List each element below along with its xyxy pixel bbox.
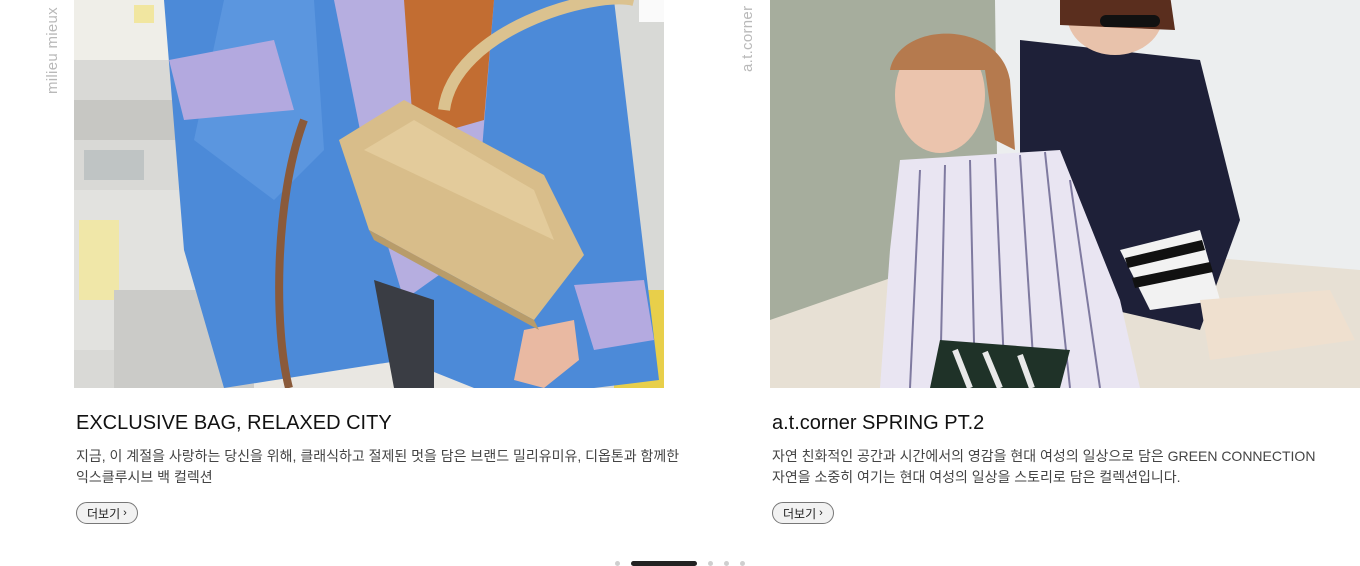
- promo-title: a.t.corner SPRING PT.2: [772, 412, 985, 434]
- slider-pagination: [615, 560, 756, 566]
- chevron-right-icon: ›: [123, 506, 127, 519]
- brand-vertical-label: a.t.corner: [739, 5, 756, 72]
- more-button-label: 더보기: [783, 506, 817, 521]
- chevron-right-icon: ›: [819, 506, 823, 519]
- description-line: 자연을 소중히 여기는 현대 여성의 일상을 스토리로 담은 컬렉션입니다.: [772, 469, 1181, 485]
- description-line: 익스클루시브 백 컬렉션: [76, 469, 213, 485]
- pagination-dot[interactable]: [740, 560, 745, 566]
- more-button[interactable]: 더보기 ›: [772, 502, 834, 524]
- more-button-label: 더보기: [87, 506, 121, 521]
- pagination-dot[interactable]: [724, 560, 729, 566]
- pagination-dot[interactable]: [708, 560, 713, 566]
- promo-image-2[interactable]: [770, 0, 1360, 388]
- pagination-dot-active[interactable]: [631, 560, 697, 566]
- promo-image-1[interactable]: [74, 0, 664, 388]
- more-button[interactable]: 더보기 ›: [76, 502, 138, 524]
- description-line: 자연 친화적인 공간과 시간에서의 영감을 현대 여성의 일상으로 담은 GRE…: [772, 448, 1316, 464]
- brand-vertical-label: milieu mieux: [44, 7, 61, 94]
- promo-description: 지금, 이 계절을 사랑하는 당신을 위해, 클래식하고 절제된 멋을 담은 브…: [76, 446, 680, 488]
- promo-title: EXCLUSIVE BAG, RELAXED CITY: [76, 412, 392, 434]
- description-line: 지금, 이 계절을 사랑하는 당신을 위해, 클래식하고 절제된 멋을 담은 브…: [76, 448, 680, 464]
- promo-description: 자연 친화적인 공간과 시간에서의 영감을 현대 여성의 일상으로 담은 GRE…: [772, 446, 1352, 488]
- pagination-dot[interactable]: [615, 560, 620, 566]
